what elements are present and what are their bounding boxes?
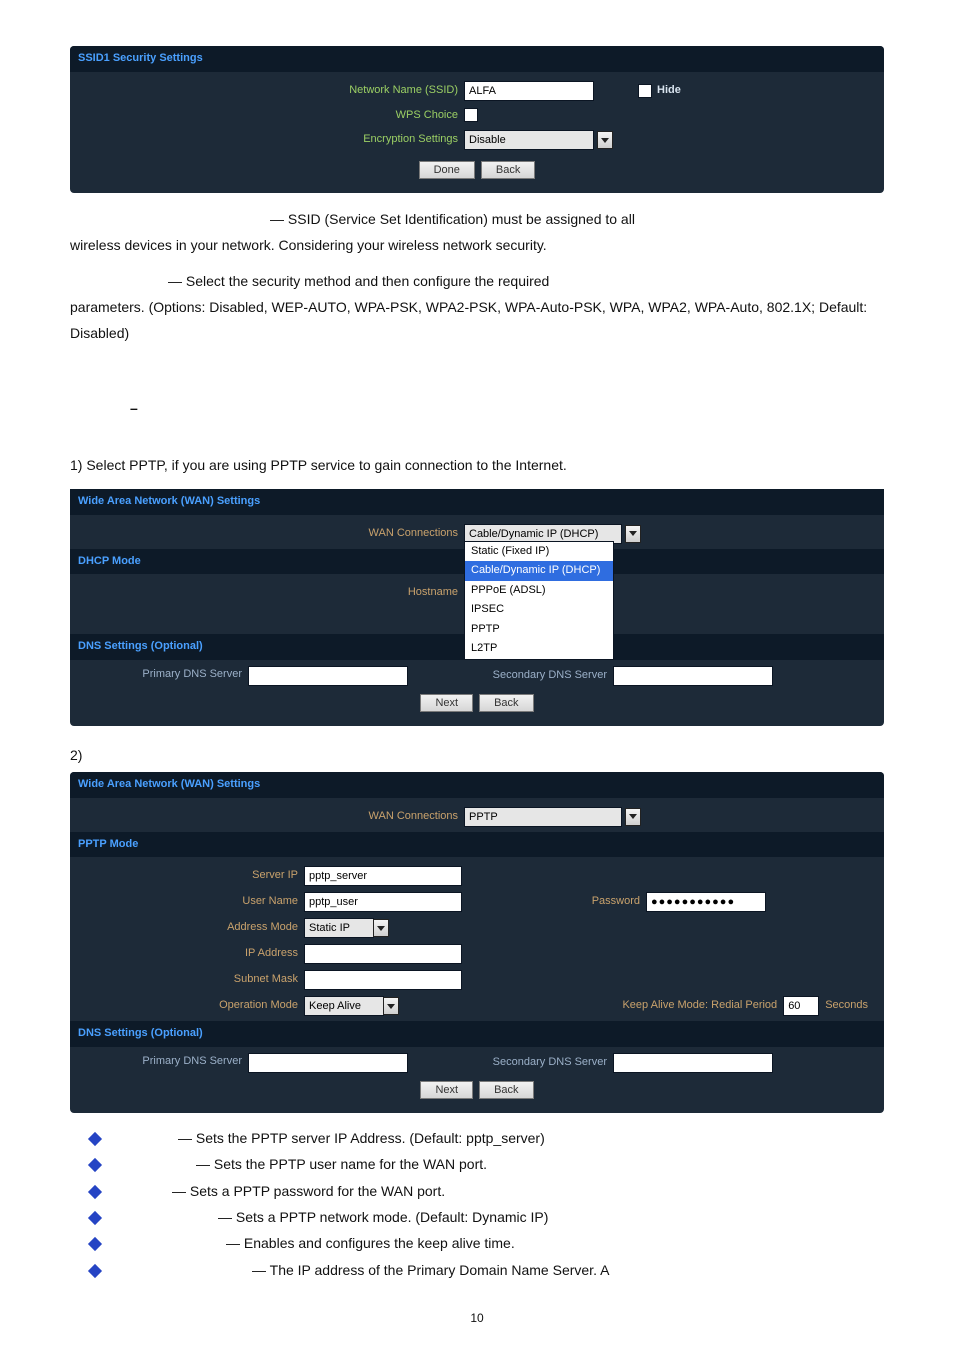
- pptp-next-button[interactable]: Next: [420, 1081, 473, 1099]
- ssid-desc-line1: — SSID (Service Set Identification) must…: [70, 207, 884, 233]
- pptp-mode-header: PPTP Mode: [70, 832, 884, 858]
- pptp-secondary-dns-label: Secondary DNS Server: [477, 1054, 613, 1072]
- network-name-input[interactable]: [464, 81, 594, 101]
- ip-address-label: IP Address: [78, 945, 304, 963]
- pptp-primary-dns-input[interactable]: [248, 1053, 408, 1073]
- step1-text: 1) Select PPTP, if you are using PPTP se…: [70, 453, 884, 479]
- pptp-secondary-dns-input[interactable]: [613, 1053, 773, 1073]
- secondary-dns-label: Secondary DNS Server: [477, 667, 613, 685]
- back-button[interactable]: Back: [481, 161, 535, 179]
- bullet-3: — Sets a PPTP password for the WAN port.: [118, 1180, 884, 1202]
- diamond-icon: [88, 1132, 102, 1146]
- password-label: Password: [592, 893, 640, 911]
- hide-label: Hide: [657, 82, 681, 100]
- ssid-description: — SSID (Service Set Identification) must…: [70, 207, 884, 259]
- address-mode-label: Address Mode: [78, 919, 304, 937]
- wan-settings-panel: Wide Area Network (WAN) Settings WAN Con…: [70, 489, 884, 726]
- ip-address-input[interactable]: [304, 944, 462, 964]
- diamond-icon: [88, 1237, 102, 1251]
- step2-text: 2): [70, 744, 884, 766]
- server-ip-input[interactable]: [304, 866, 462, 886]
- address-mode-select[interactable]: [304, 918, 374, 938]
- pptp-wan-conn-label: WAN Connections: [78, 808, 464, 826]
- pptp-dns-header: DNS Settings (Optional): [70, 1021, 884, 1047]
- wps-choice-label: WPS Choice: [78, 107, 464, 125]
- wan-pptp-panel: Wide Area Network (WAN) Settings WAN Con…: [70, 772, 884, 1113]
- bullet-6: — The IP address of the Primary Domain N…: [118, 1259, 884, 1281]
- subnet-mask-input[interactable]: [304, 970, 462, 990]
- diamond-icon: [88, 1211, 102, 1225]
- encryption-select[interactable]: [464, 130, 594, 150]
- wan-connections-dropdown[interactable]: Static (Fixed IP) Cable/Dynamic IP (DHCP…: [464, 541, 614, 661]
- wps-checkbox[interactable]: [464, 108, 478, 122]
- subnet-mask-label: Subnet Mask: [78, 971, 304, 989]
- wan-option-static[interactable]: Static (Fixed IP): [465, 542, 613, 562]
- ssid-security-panel: SSID1 Security Settings Network Name (SS…: [70, 46, 884, 193]
- wan-option-pppoe[interactable]: PPPoE (ADSL): [465, 581, 613, 601]
- wan-connections-label: WAN Connections: [78, 525, 464, 543]
- bullet-4: — Sets a PPTP network mode. (Default: Dy…: [118, 1206, 884, 1228]
- pptp-primary-dns-label: Primary DNS Server: [78, 1053, 248, 1073]
- user-name-input[interactable]: [304, 892, 462, 912]
- diamond-icon: [88, 1185, 102, 1199]
- wan-option-l2tp[interactable]: L2TP: [465, 639, 613, 659]
- pptp-back-button[interactable]: Back: [479, 1081, 533, 1099]
- pptp-wan-conn-arrow[interactable]: [625, 808, 641, 826]
- user-name-label: User Name: [78, 893, 304, 911]
- diamond-icon: [88, 1264, 102, 1278]
- primary-dns-label: Primary DNS Server: [78, 666, 248, 686]
- back-button-wan[interactable]: Back: [479, 694, 533, 712]
- primary-dns-input[interactable]: [248, 666, 408, 686]
- keep-alive-label: Keep Alive Mode: Redial Period: [622, 997, 777, 1015]
- secondary-dns-input[interactable]: [613, 666, 773, 686]
- encryption-dropdown-arrow[interactable]: [597, 131, 613, 149]
- done-button[interactable]: Done: [419, 161, 475, 179]
- wan-option-dhcp[interactable]: Cable/Dynamic IP (DHCP): [465, 561, 613, 581]
- server-ip-label: Server IP: [78, 867, 304, 885]
- pptp-panel-header: Wide Area Network (WAN) Settings: [70, 772, 884, 798]
- address-mode-arrow[interactable]: [373, 919, 389, 937]
- bullet-1: — Sets the PPTP server IP Address. (Defa…: [118, 1127, 884, 1149]
- pptp-wan-conn-select[interactable]: [464, 807, 622, 827]
- separator-dash: –: [70, 397, 884, 419]
- page-number: 10: [70, 1309, 884, 1328]
- security-desc-line1: — Select the security method and then co…: [70, 269, 884, 295]
- network-name-label: Network Name (SSID): [78, 82, 464, 100]
- bullet-2: — Sets the PPTP user name for the WAN po…: [118, 1153, 884, 1175]
- bullet-list: — Sets the PPTP server IP Address. (Defa…: [70, 1127, 884, 1281]
- next-button[interactable]: Next: [420, 694, 473, 712]
- keep-alive-input[interactable]: [783, 996, 819, 1016]
- security-desc-line2: parameters. (Options: Disabled, WEP-AUTO…: [70, 295, 884, 347]
- keep-alive-unit: Seconds: [825, 997, 868, 1015]
- operation-mode-label: Operation Mode: [78, 997, 304, 1015]
- ssid-desc-line2: wireless devices in your network. Consid…: [70, 233, 884, 259]
- hide-checkbox[interactable]: [638, 84, 652, 98]
- password-input[interactable]: [646, 892, 766, 912]
- wan-conn-dropdown-arrow[interactable]: [625, 525, 641, 543]
- wan-panel-header: Wide Area Network (WAN) Settings: [70, 489, 884, 515]
- wan-option-pptp[interactable]: PPTP: [465, 620, 613, 640]
- diamond-icon: [88, 1158, 102, 1172]
- encryption-label: Encryption Settings: [78, 131, 464, 149]
- hostname-label: Hostname: [78, 584, 464, 602]
- wan-option-ipsec[interactable]: IPSEC: [465, 600, 613, 620]
- bullet-5: — Enables and configures the keep alive …: [118, 1232, 884, 1254]
- operation-mode-arrow[interactable]: [383, 997, 399, 1015]
- security-description: — Select the security method and then co…: [70, 269, 884, 347]
- ssid-panel-header: SSID1 Security Settings: [70, 46, 884, 72]
- operation-mode-select[interactable]: [304, 996, 384, 1016]
